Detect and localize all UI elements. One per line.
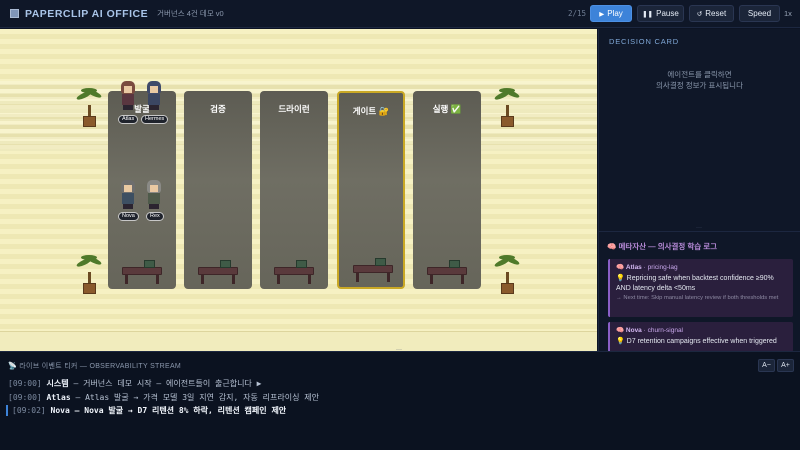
agent-rex[interactable]	[143, 180, 165, 210]
agent-name-tag: Nova	[118, 212, 139, 221]
panel-divider	[599, 231, 800, 232]
desk-icon	[274, 260, 314, 285]
play-button[interactable]: ▶ Play	[590, 5, 632, 22]
resize-handle[interactable]: ···	[396, 347, 402, 353]
desk-icon	[427, 260, 467, 285]
step-counter: 2/15	[568, 9, 587, 18]
stage-label: 검증	[210, 104, 226, 114]
agent-name-tag: Hermes	[141, 115, 169, 124]
desk-icon	[122, 260, 162, 285]
font-increase-button[interactable]: A+	[777, 359, 794, 372]
meta-item-text-value: Repricing safe when backtest confidence …	[616, 275, 774, 292]
meta-item-text-value: D7 retention campaigns effective when tr…	[626, 338, 777, 345]
satellite-icon: 📡	[8, 363, 20, 370]
meta-log-title-text: 메타자산 — 의사결정 학습 로그	[618, 242, 718, 251]
pause-label: Pause	[656, 9, 679, 18]
event-actor: 시스템	[46, 379, 69, 388]
agent-atlas[interactable]	[117, 81, 139, 111]
hint-line: 의사결정 정보가 표시됩니다	[656, 81, 743, 90]
app-root: PAPERCLIP AI OFFICE 거버넌스 4건 데모 v0 2/15 ▶…	[0, 0, 800, 450]
meta-item-header: 🧠 Atlas · pricing-lag	[616, 264, 678, 271]
agent-hermes[interactable]	[143, 81, 165, 111]
stage-execution[interactable]: 실행 ✅	[413, 91, 481, 289]
plant-icon	[74, 87, 104, 127]
pause-icon: ❚❚	[642, 10, 654, 18]
meta-item-text: 💡 Repricing safe when backtest confidenc…	[616, 274, 787, 293]
app-title: PAPERCLIP AI OFFICE	[25, 7, 149, 20]
plant-icon	[74, 254, 104, 294]
play-icon: ▶	[599, 10, 605, 18]
font-decrease-button[interactable]: A−	[758, 359, 775, 372]
desk-icon	[353, 258, 393, 283]
logo: PAPERCLIP AI OFFICE 거버넌스 4건 데모 v0	[10, 8, 224, 20]
hint-line: 에이전트를 클릭하면	[667, 70, 732, 79]
stage-label: 드라이런	[278, 104, 310, 114]
meta-item-header: 🧠 Nova · churn-signal	[616, 327, 684, 334]
bulb-icon: 💡	[616, 275, 627, 282]
agent-name-tag: Atlas	[118, 115, 139, 124]
speed-label: Speed	[747, 9, 772, 18]
reset-button[interactable]: ↺ Reset	[689, 5, 734, 22]
stream-title-text: 라이브 이벤트 티커 — OBSERVABILITY STREAM	[19, 363, 182, 370]
pause-button[interactable]: ❚❚ Pause	[637, 5, 684, 22]
right-panel: DECISION CARD 에이전트를 클릭하면 의사결정 정보가 표시됩니다 …	[598, 29, 800, 352]
event-time: [09:00]	[8, 393, 42, 402]
meta-log-title: 🧠 메타자산 — 의사결정 학습 로그	[607, 241, 717, 252]
stage-dryrun[interactable]: 드라이런	[260, 91, 328, 289]
plant-icon	[492, 87, 522, 127]
play-label: Play	[607, 9, 623, 18]
meta-log-item[interactable]: 🧠 Nova · churn-signal 💡 D7 retention cam…	[608, 322, 793, 352]
event-time: [09:00]	[8, 379, 42, 388]
stream-title: 📡 라이브 이벤트 티커 — OBSERVABILITY STREAM	[8, 361, 181, 371]
meta-log-item[interactable]: 🧠 Atlas · pricing-lag 💡 Repricing safe w…	[608, 259, 793, 317]
event-actor: Atlas	[46, 393, 71, 402]
brain-icon: 🧠	[616, 327, 626, 334]
stream-event: [09:00] 시스템 — 거버넌스 데모 시작 — 에이전트들이 출근합니다 …	[8, 378, 261, 389]
desk-icon	[198, 260, 238, 285]
event-time: [09:02]	[12, 406, 46, 415]
brain-icon: 🧠	[616, 264, 626, 271]
demo-subtitle: 거버넌스 4건 데모 v0	[157, 9, 224, 18]
brain-icon: 🧠	[607, 242, 619, 251]
bulb-icon: 💡	[616, 338, 627, 345]
meta-item-agent: Nova	[625, 327, 642, 334]
stage-verification[interactable]: 검증	[184, 91, 252, 289]
meta-item-next: → Next time: Skip manual latency review …	[616, 295, 779, 301]
stage-label: 실행 ✅	[432, 104, 462, 114]
decision-card-hint: 에이전트를 클릭하면 의사결정 정보가 표시됩니다	[599, 69, 800, 91]
event-message: — 거버넌스 데모 시작 — 에이전트들이 출근합니다 ▶	[68, 379, 262, 388]
event-actor: Nova	[50, 406, 70, 415]
stream-event: [09:00] Atlas — Atlas 발굴 → 가격 모델 3일 지연 감…	[8, 392, 319, 403]
agent-name-tag: Rex	[146, 212, 164, 221]
speed-value: 1x	[784, 9, 792, 18]
observability-stream: ··· 📡 라이브 이벤트 티커 — OBSERVABILITY STREAM …	[0, 347, 800, 450]
agent-nova[interactable]	[117, 180, 139, 210]
stream-event-latest: [09:02] Nova — Nova 발굴 → D7 리텐션 8% 하락, 리…	[6, 405, 286, 416]
meta-item-topic: pricing-lag	[647, 264, 678, 271]
meta-item-text: 💡 D7 retention campaigns effective when …	[616, 337, 787, 347]
stage-gate[interactable]: 게이트 🔐	[337, 91, 405, 289]
stage-label: 게이트 🔐	[352, 106, 390, 116]
meta-item-topic: churn-signal	[647, 327, 684, 334]
building-icon	[10, 9, 19, 18]
meta-item-agent: Atlas	[625, 264, 642, 271]
speed-button[interactable]: Speed	[739, 5, 780, 22]
event-message: — Nova 발굴 → D7 리텐션 8% 하락, 리텐션 캠페인 제안	[69, 406, 287, 415]
reset-label: Reset	[705, 9, 727, 18]
decision-card-title: DECISION CARD	[609, 37, 679, 46]
reset-icon: ↺	[696, 10, 703, 18]
plant-icon	[492, 254, 522, 294]
event-message: — Atlas 발굴 → 가격 모델 3일 지연 감지, 자동 리프라이싱 제안	[70, 393, 319, 402]
